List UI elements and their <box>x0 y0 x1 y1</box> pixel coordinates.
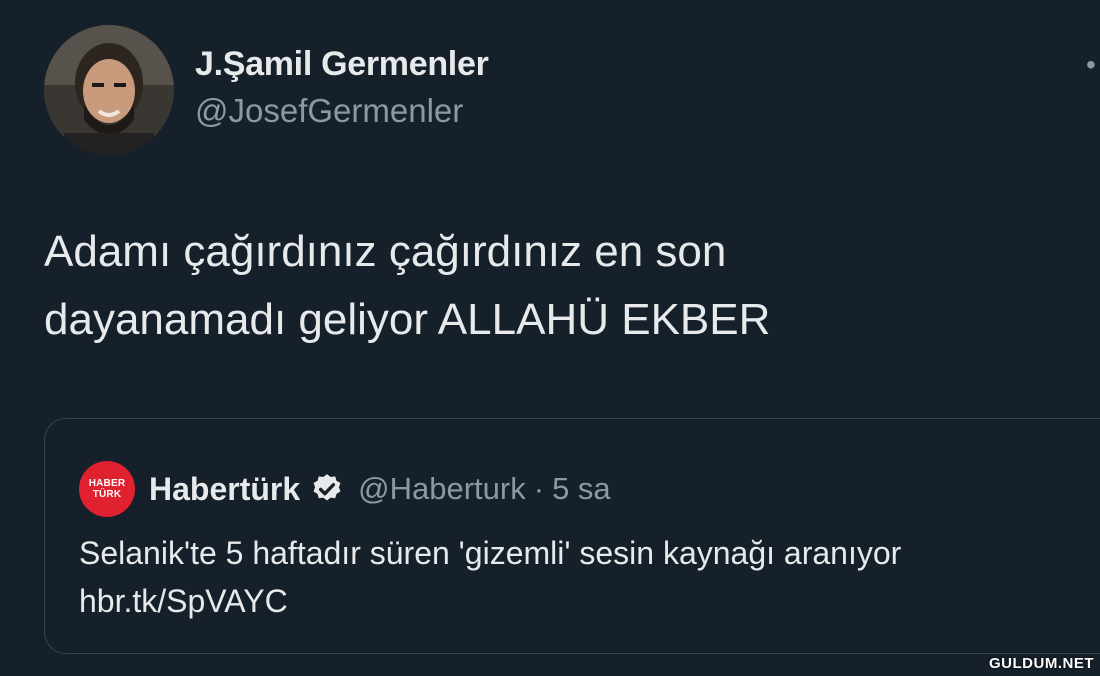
quoted-tweet[interactable]: HABER TÜRK Habertürk @Haberturk · 5 sa S… <box>44 418 1100 654</box>
more-icon[interactable]: • <box>1086 55 1100 75</box>
quoted-author-name[interactable]: Habertürk <box>149 471 300 508</box>
verified-badge-icon <box>310 472 344 506</box>
avatar-logo-line1: HABER <box>88 478 126 489</box>
tweet-text: Adamı çağırdınız çağırdınız en son dayan… <box>44 227 771 344</box>
author-avatar[interactable] <box>44 25 174 155</box>
quoted-tweet-header: Habertürk @Haberturk · 5 sa <box>149 461 611 517</box>
tweet-card: J.Şamil Germenler @JosefGermenler • Adam… <box>0 0 1100 676</box>
quoted-tweet-text: Selanik'te 5 haftadır süren 'gizemli' se… <box>79 535 902 571</box>
author-name[interactable]: J.Şamil Germenler <box>195 45 489 84</box>
author-handle[interactable]: @JosefGermenler <box>195 92 463 130</box>
site-watermark: GULDUM.NET <box>989 655 1094 672</box>
separator-dot: · <box>533 471 545 506</box>
quoted-author-avatar[interactable]: HABER TÜRK <box>79 461 135 517</box>
avatar-logo-line2: TÜRK <box>92 489 122 500</box>
quoted-author-handle[interactable]: @Haberturk <box>358 471 526 507</box>
quoted-tweet-link[interactable]: hbr.tk/SpVAYC <box>79 577 1099 625</box>
avatar-portrait <box>44 25 174 155</box>
quoted-tweet-time[interactable]: 5 sa <box>552 471 611 507</box>
quoted-tweet-body: Selanik'te 5 haftadır süren 'gizemli' se… <box>79 529 1099 625</box>
